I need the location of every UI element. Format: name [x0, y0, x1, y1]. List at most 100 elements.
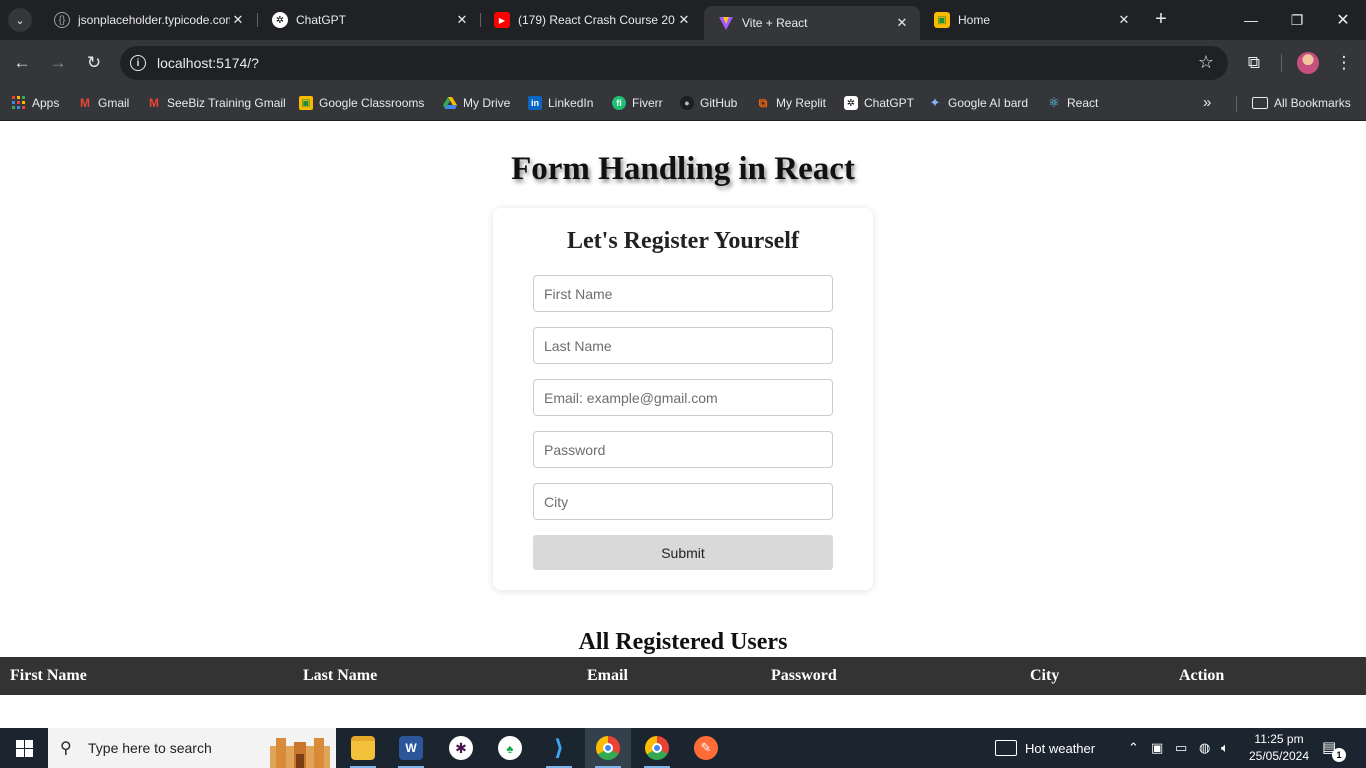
classroom-icon: ▣ — [299, 96, 313, 110]
reload-icon[interactable]: ↻ — [82, 51, 106, 75]
drive-icon — [443, 96, 457, 110]
replit-icon: ⧉ — [758, 95, 768, 110]
tab-youtube[interactable]: ▶ (179) React Crash Course 20 ✕ — [480, 0, 702, 40]
show-hidden-icons-chevron-icon[interactable]: ⌃ — [1128, 728, 1139, 768]
close-tab-icon[interactable]: ✕ — [676, 12, 692, 28]
email-input[interactable] — [533, 379, 833, 416]
bookmark-label: LinkedIn — [548, 96, 594, 110]
users-table-header: First Name Last Name Email Password City… — [0, 657, 1366, 695]
taskbar-slack[interactable]: ✱ — [438, 728, 484, 768]
bookmark-star-icon[interactable]: ☆ — [1198, 52, 1214, 73]
new-tab-plus-icon[interactable]: + — [1150, 9, 1172, 31]
tab-jsonplaceholder[interactable]: {} jsonplaceholder.typicode.com ✕ — [40, 0, 256, 40]
users-table-title: All Registered Users — [578, 629, 788, 655]
extensions-puzzle-icon[interactable]: ⧉ — [1242, 51, 1266, 75]
browser-tab-strip: ⌄ {} jsonplaceholder.typicode.com ✕ ✲ Ch… — [0, 0, 1366, 40]
taskbar-word[interactable]: W — [388, 728, 434, 768]
folder-icon — [1252, 97, 1268, 109]
weather-widget[interactable]: Hot weather — [995, 728, 1095, 768]
restore-window-icon[interactable]: ❐ — [1274, 0, 1320, 40]
column-header-first-name: First Name — [10, 667, 87, 684]
bookmark-linkedin[interactable]: in LinkedIn — [528, 94, 593, 112]
all-bookmarks-folder[interactable]: All Bookmarks — [1252, 94, 1351, 112]
bookmark-google-classrooms[interactable]: ▣ Google Classrooms — [299, 94, 424, 112]
column-header-password: Password — [771, 667, 837, 684]
news-weather-icon — [995, 740, 1017, 756]
network-globe-icon[interactable]: ◍ — [1199, 728, 1210, 768]
bookmark-fiverr[interactable]: fi Fiverr — [612, 94, 663, 112]
device-tray-icon[interactable]: ▣ — [1151, 728, 1163, 768]
taskbar-chrome[interactable] — [634, 728, 680, 768]
tab-title: ChatGPT — [296, 13, 347, 27]
clock-date: 25/05/2024 — [1248, 749, 1310, 763]
chrome-menu-icon[interactable]: ⋮ — [1332, 51, 1356, 75]
site-info-icon[interactable]: i — [130, 55, 146, 71]
taskbar-file-explorer[interactable] — [340, 728, 386, 768]
first-name-input[interactable] — [533, 275, 833, 312]
profile-avatar[interactable] — [1297, 52, 1319, 74]
mongodb-leaf-icon: ♠ — [498, 736, 522, 760]
bookmark-my-drive[interactable]: My Drive — [443, 94, 510, 112]
close-tab-icon[interactable]: ✕ — [454, 12, 470, 28]
start-button[interactable] — [0, 728, 48, 768]
windows-taskbar: ⚲ Type here to search W ✱ ♠ ⟩ ✎ Hot weat… — [0, 728, 1366, 768]
register-form-card: Let's Register Yourself Submit — [493, 208, 873, 590]
column-header-email: Email — [587, 667, 628, 684]
bookmark-google-ai-bard[interactable]: ✦ Google AI bard — [928, 94, 1029, 112]
weather-text: Hot weather — [1025, 740, 1096, 756]
bookmark-my-replit[interactable]: ⧉ My Replit — [756, 94, 826, 112]
bookmark-github[interactable]: ● GitHub — [680, 94, 737, 112]
address-bar[interactable]: i localhost:5174/? ☆ — [120, 46, 1228, 80]
bookmarks-bar: Apps M Gmail M SeeBiz Training Gmail ▣ G… — [0, 86, 1366, 121]
tab-title: (179) React Crash Course 20 — [518, 13, 675, 27]
bookmark-label: React — [1067, 96, 1099, 110]
bookmark-label: Gmail — [98, 96, 130, 110]
chatgpt-icon: ✲ — [844, 96, 858, 110]
tab-title: jsonplaceholder.typicode.com — [78, 13, 230, 27]
bookmark-gmail[interactable]: M Gmail — [78, 94, 129, 112]
gmail-icon: M — [80, 96, 90, 110]
back-arrow-icon[interactable]: ← — [10, 51, 34, 75]
taskbar-mongodb-compass[interactable]: ♠ — [487, 728, 533, 768]
bookmark-apps[interactable]: Apps — [12, 94, 59, 112]
city-input[interactable] — [533, 483, 833, 520]
tab-vite-react[interactable]: Vite + React ✕ — [704, 6, 920, 40]
bookmark-label: Fiverr — [632, 96, 663, 110]
taskbar-postman[interactable]: ✎ — [683, 728, 729, 768]
volume-icon[interactable]: 🔈︎ — [1221, 728, 1229, 768]
url-text[interactable]: localhost:5174/? — [157, 55, 259, 71]
tab-search-chevron-icon[interactable]: ⌄ — [8, 8, 32, 32]
minimize-window-icon[interactable]: — — [1228, 0, 1274, 40]
taskbar-chrome-profile[interactable] — [585, 728, 631, 768]
bookmark-react[interactable]: ⚛ React — [1047, 94, 1098, 112]
chrome-profile-icon — [596, 736, 620, 760]
page-content: Form Handling in React Let's Register Yo… — [0, 121, 1366, 728]
more-bookmarks-chevron-icon[interactable]: » — [1203, 94, 1211, 111]
search-highlight-illustration — [266, 732, 334, 768]
page-title: Form Handling in React — [511, 151, 855, 187]
taskbar-search-box[interactable]: ⚲ Type here to search — [48, 728, 336, 768]
taskbar-vscode[interactable]: ⟩ — [536, 728, 582, 768]
tab-classroom-home[interactable]: ▣ Home ✕ — [920, 0, 1142, 40]
submit-button[interactable]: Submit — [533, 535, 833, 570]
tab-chatgpt[interactable]: ✲ ChatGPT ✕ — [258, 0, 480, 40]
notification-count-badge: 1 — [1332, 748, 1346, 762]
forward-arrow-icon[interactable]: → — [46, 51, 70, 75]
file-explorer-icon — [351, 736, 375, 760]
close-tab-icon[interactable]: ✕ — [1116, 12, 1132, 28]
close-tab-icon[interactable]: ✕ — [894, 15, 910, 31]
apps-grid-icon — [12, 96, 26, 110]
word-icon: W — [399, 736, 423, 760]
bookmark-seebiz-gmail[interactable]: M SeeBiz Training Gmail — [147, 94, 286, 112]
battery-icon[interactable]: ▭ — [1175, 728, 1187, 768]
chrome-icon — [645, 736, 669, 760]
close-window-icon[interactable]: ✕ — [1320, 0, 1366, 40]
bookmark-chatgpt[interactable]: ✲ ChatGPT — [844, 94, 914, 112]
password-input[interactable] — [533, 431, 833, 468]
slack-icon: ✱ — [449, 736, 473, 760]
taskbar-clock[interactable]: 11:25 pm 25/05/2024 — [1244, 731, 1314, 765]
close-tab-icon[interactable]: ✕ — [230, 12, 246, 28]
tab-title: Vite + React — [742, 16, 808, 30]
last-name-input[interactable] — [533, 327, 833, 364]
bookmark-label: My Drive — [463, 96, 511, 110]
